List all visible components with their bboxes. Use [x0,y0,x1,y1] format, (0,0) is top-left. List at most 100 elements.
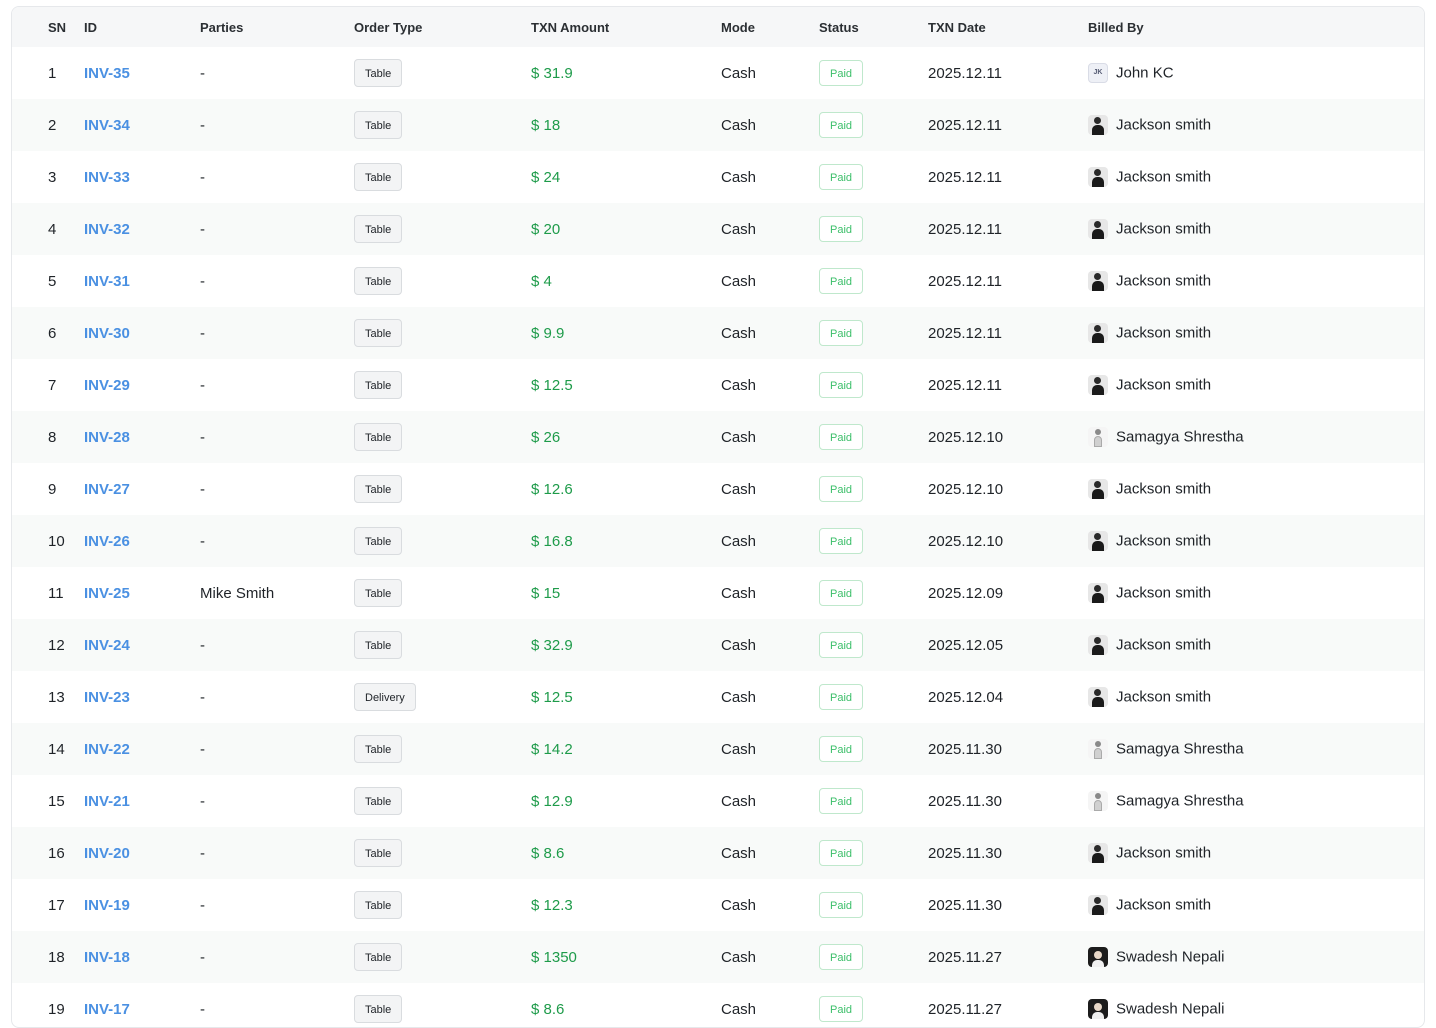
row-sn: 12 [48,636,65,654]
status-badge: Paid [819,268,864,294]
row-order-type-cell: Table [354,879,531,931]
row-order-type-cell: Table [354,567,531,619]
header-txn-date[interactable]: TXN Date [928,7,1088,47]
row-txn-date: 2025.12.11 [928,324,1002,342]
row-parties: - [200,844,205,862]
row-billed-by-cell: Jackson smith [1088,99,1358,151]
invoice-link[interactable]: INV-20 [84,845,130,862]
header-sn[interactable]: SN [12,7,84,47]
table-row[interactable]: 14 INV-22 - Table $ 14.2 Cash Paid 2025.… [12,723,1424,775]
status-badge: Paid [819,684,864,710]
invoice-link[interactable]: INV-19 [84,897,130,914]
row-billed-by-cell: Jackson smith [1088,619,1358,671]
table-row[interactable]: 7 INV-29 - Table $ 12.5 Cash Paid 2025.1… [12,359,1424,411]
table-row[interactable]: 2 INV-34 - Table $ 18 Cash Paid 2025.12.… [12,99,1424,151]
invoice-link[interactable]: INV-29 [84,377,130,394]
header-mode[interactable]: Mode [721,7,819,47]
invoice-link[interactable]: INV-33 [84,169,130,186]
avatar [1088,999,1108,1019]
table-row[interactable]: 16 INV-20 - Table $ 8.6 Cash Paid 2025.1… [12,827,1424,879]
row-billed-by-cell: Jackson smith [1088,151,1358,203]
table-row[interactable]: 15 INV-21 - Table $ 12.9 Cash Paid 2025.… [12,775,1424,827]
row-mode: Cash [721,480,757,498]
invoice-link[interactable]: INV-23 [84,689,130,706]
invoice-link[interactable]: INV-30 [84,325,130,342]
row-billed-by-cell: Jackson smith [1088,879,1358,931]
billed-by-name: Jackson smith [1116,688,1212,706]
table-row[interactable]: 11 INV-25 Mike Smith Table $ 15 Cash Pai… [12,567,1424,619]
status-badge: Paid [819,112,864,138]
header-txn-amount[interactable]: TXN Amount [531,7,721,47]
row-billed-by-cell: Jackson smith [1088,827,1358,879]
row-actions-cell: ··· [1358,827,1424,879]
row-billed-by-cell: Jackson smith [1088,203,1358,255]
table-row[interactable]: 9 INV-27 - Table $ 12.6 Cash Paid 2025.1… [12,463,1424,515]
table-row[interactable]: 8 INV-28 - Table $ 26 Cash Paid 2025.12.… [12,411,1424,463]
table-row[interactable]: 5 INV-31 - Table $ 4 Cash Paid 2025.12.1… [12,255,1424,307]
row-actions-cell: ··· [1358,255,1424,307]
invoice-link[interactable]: INV-18 [84,949,130,966]
header-order-type[interactable]: Order Type [354,7,531,47]
billed-by-name: Jackson smith [1116,168,1212,186]
row-txn-amount: $ 12.6 [531,480,573,498]
row-id-cell: INV-33 [84,151,200,203]
invoice-link[interactable]: INV-21 [84,793,130,810]
invoice-link[interactable]: INV-22 [84,741,130,758]
row-actions-cell: ··· [1358,151,1424,203]
order-type-badge: Table [354,735,403,763]
row-status-cell: Paid [819,359,928,411]
row-mode: Cash [721,584,757,602]
invoice-link[interactable]: INV-32 [84,221,130,238]
invoice-link[interactable]: INV-17 [84,1001,130,1018]
row-sn: 10 [48,532,65,550]
row-txn-date: 2025.11.27 [928,1000,1002,1018]
table-row[interactable]: 4 INV-32 - Table $ 20 Cash Paid 2025.12.… [12,203,1424,255]
order-type-badge: Table [354,371,403,399]
row-status-cell: Paid [819,671,928,723]
header-id[interactable]: ID [84,7,200,47]
status-badge: Paid [819,736,864,762]
invoice-link[interactable]: INV-26 [84,533,130,550]
row-order-type-cell: Table [354,203,531,255]
row-order-type-cell: Table [354,151,531,203]
billed-by-name: Jackson smith [1116,324,1212,342]
row-status-cell: Paid [819,411,928,463]
invoice-link[interactable]: INV-25 [84,585,130,602]
invoice-link[interactable]: INV-24 [84,637,130,654]
invoice-link[interactable]: INV-28 [84,429,130,446]
row-txn-date: 2025.11.30 [928,740,1002,758]
invoice-link[interactable]: INV-27 [84,481,130,498]
header-parties[interactable]: Parties [200,7,354,47]
invoice-link[interactable]: INV-34 [84,117,130,134]
invoice-link[interactable]: INV-31 [84,273,130,290]
row-id-cell: INV-29 [84,359,200,411]
header-status[interactable]: Status [819,7,928,47]
row-parties: - [200,688,205,706]
row-id-cell: INV-24 [84,619,200,671]
table-row[interactable]: 19 INV-17 - Table $ 8.6 Cash Paid 2025.1… [12,983,1424,1027]
invoice-link[interactable]: INV-35 [84,65,130,82]
table-row[interactable]: 10 INV-26 - Table $ 16.8 Cash Paid 2025.… [12,515,1424,567]
row-status-cell: Paid [819,47,928,99]
table-row[interactable]: 13 INV-23 - Delivery $ 12.5 Cash Paid 20… [12,671,1424,723]
header-billed-by[interactable]: Billed By [1088,7,1358,47]
table-row[interactable]: 12 INV-24 - Table $ 32.9 Cash Paid 2025.… [12,619,1424,671]
row-order-type-cell: Table [354,723,531,775]
order-type-badge: Table [354,215,403,243]
transactions-table-card: SN ID Parties Order Type TXN Amount Mode… [11,6,1425,1028]
table-row[interactable]: 17 INV-19 - Table $ 12.3 Cash Paid 2025.… [12,879,1424,931]
table-row[interactable]: 18 INV-18 - Table $ 1350 Cash Paid 2025.… [12,931,1424,983]
table-row[interactable]: 1 INV-35 - Table $ 31.9 Cash Paid 2025.1… [12,47,1424,99]
row-txn-date: 2025.12.11 [928,64,1002,82]
row-txn-date: 2025.12.11 [928,116,1002,134]
table-row[interactable]: 6 INV-30 - Table $ 9.9 Cash Paid 2025.12… [12,307,1424,359]
row-mode: Cash [721,896,757,914]
row-billed-by-cell: Swadesh Nepali [1088,983,1358,1027]
status-badge: Paid [819,892,864,918]
row-txn-date: 2025.12.11 [928,272,1002,290]
row-txn-date: 2025.12.10 [928,428,1004,446]
order-type-badge: Table [354,631,403,659]
row-txn-date: 2025.12.09 [928,584,1004,602]
table-row[interactable]: 3 INV-33 - Table $ 24 Cash Paid 2025.12.… [12,151,1424,203]
order-type-badge: Table [354,267,403,295]
